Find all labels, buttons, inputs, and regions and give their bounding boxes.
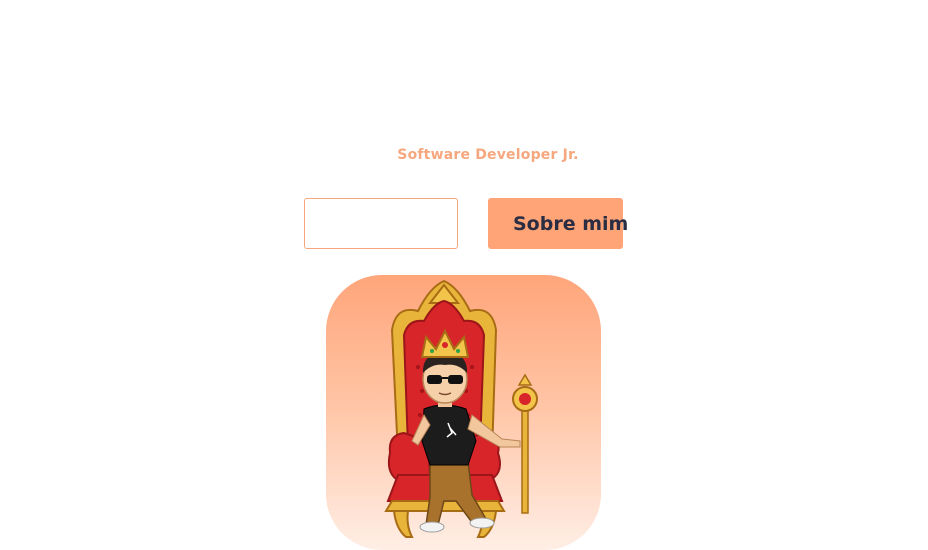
scepter-tip [517,373,533,386]
sobre-mim-button[interactable]: Sobre mim [488,198,628,249]
king-left-shoe [419,521,445,533]
scepter-rod [521,402,529,514]
king-on-throne-avatar-icon [384,279,538,538]
throne-base [384,500,506,512]
scepter-gem [519,393,531,405]
avatar-card [326,275,601,550]
king-right-shoe [469,517,495,529]
job-title: Software Developer Jr. [397,147,579,163]
throne-left-leg [392,510,414,538]
outline-button[interactable] [304,198,458,249]
page: Software Developer Jr. Sobre mim [0,0,928,550]
action-buttons: Sobre mim [304,198,628,249]
